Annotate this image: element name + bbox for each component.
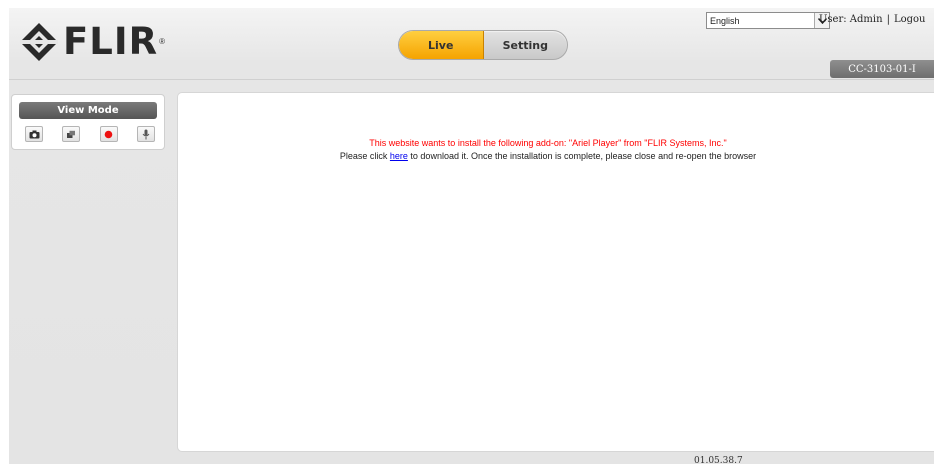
clip-button[interactable]	[62, 126, 81, 142]
record-icon	[104, 130, 113, 138]
header-divider	[9, 79, 934, 80]
snapshot-button[interactable]	[25, 126, 43, 142]
user-label: User: Admin	[819, 14, 883, 25]
registered-mark: ®	[159, 37, 166, 46]
mode-switch: Live Setting	[398, 30, 568, 60]
view-mode-toolbar	[25, 126, 155, 144]
device-name-badge: CC-3103-01-I	[830, 60, 934, 78]
download-link[interactable]: here	[390, 151, 408, 161]
camera-icon	[29, 130, 39, 138]
install-notice: This website wants to install the follow…	[369, 138, 727, 148]
language-select[interactable]: English	[706, 12, 830, 29]
flir-logo: FLIR ®	[19, 22, 165, 62]
audio-button[interactable]	[136, 126, 155, 142]
video-clip-icon	[67, 130, 76, 138]
view-mode-title: View Mode	[19, 102, 157, 119]
view-mode-panel: View Mode	[11, 94, 165, 150]
page: FLIR ® Live Setting English User: Admin |…	[9, 8, 934, 464]
record-button[interactable]	[99, 126, 118, 142]
tab-live[interactable]: Live	[399, 31, 484, 59]
user-bar: User: Admin | Logou	[819, 14, 925, 25]
live-view-area: This website wants to install the follow…	[177, 92, 934, 452]
language-value: English	[710, 15, 740, 26]
user-separator: |	[886, 14, 890, 25]
tab-setting[interactable]: Setting	[484, 31, 568, 59]
microphone-icon	[142, 129, 150, 139]
download-suffix: to download it. Once the installation is…	[407, 151, 757, 161]
logo-text: FLIR	[63, 20, 159, 63]
download-instructions: Please click here to download it. Once t…	[178, 151, 918, 161]
flir-diamond-icon	[20, 23, 58, 61]
download-prefix: Please click	[339, 151, 390, 161]
firmware-version: 01.05.38.7	[694, 456, 743, 464]
logout-link[interactable]: Logou	[894, 14, 926, 25]
